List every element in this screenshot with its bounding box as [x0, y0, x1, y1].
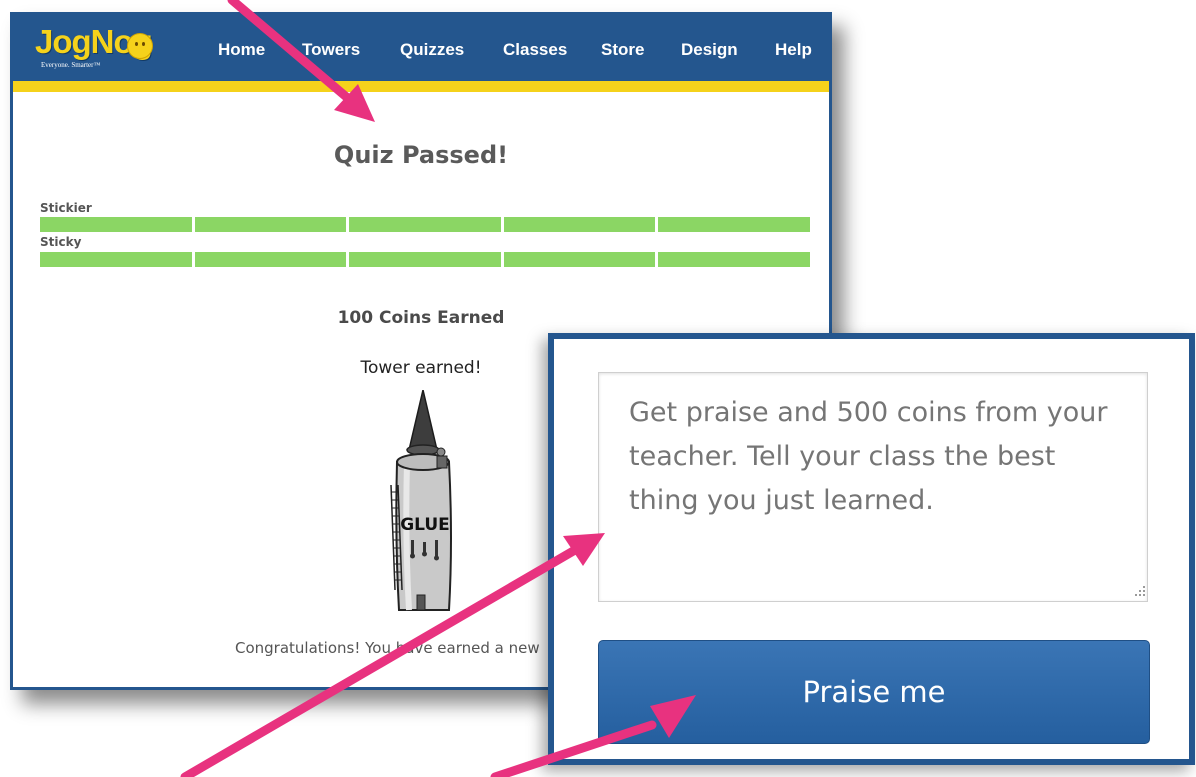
glue-tower-image: GLUE [390, 390, 452, 611]
progress-segment [503, 252, 656, 267]
progress-segment [194, 252, 347, 267]
progress-segment [658, 252, 810, 267]
praise-panel: Praise me [548, 333, 1195, 765]
progress-segment [503, 217, 656, 232]
smiley-face-icon [127, 33, 153, 59]
progress-segment [349, 252, 501, 267]
jognog-logo[interactable]: JogNog Everyone. Smarter™ [35, 23, 195, 75]
nav-store[interactable]: Store [601, 40, 644, 60]
coins-earned: 100 Coins Earned [337, 308, 505, 328]
nav-design[interactable]: Design [681, 40, 738, 60]
progress-segment [194, 217, 347, 232]
nav-quizzes[interactable]: Quizzes [400, 40, 464, 60]
nav-home[interactable]: Home [218, 40, 265, 60]
nav-towers[interactable]: Towers [302, 40, 360, 60]
page-title: Quiz Passed! [333, 141, 509, 169]
praise-textarea[interactable] [598, 372, 1148, 602]
praise-me-button[interactable]: Praise me [598, 640, 1150, 744]
tower-sign-text: GLUE [400, 515, 450, 535]
congratulations-text: Congratulations! You have earned a new [235, 639, 540, 657]
progress-label-stickier: Stickier [40, 201, 92, 215]
progress-segment [349, 217, 501, 232]
logo-tagline: Everyone. Smarter™ [41, 61, 101, 69]
nav-classes[interactable]: Classes [503, 40, 567, 60]
top-nav: JogNog Everyone. Smarter™ Home Towers Qu… [13, 15, 829, 81]
resize-grip-icon[interactable] [1135, 586, 1145, 596]
progress-bar-stickier [40, 217, 810, 232]
progress-segment [658, 217, 810, 232]
header-accent-bar [13, 81, 829, 92]
progress-label-sticky: Sticky [40, 235, 82, 249]
nav-help[interactable]: Help [775, 40, 812, 60]
progress-bar-sticky [40, 252, 810, 267]
progress-segment [40, 217, 192, 232]
progress-segment [40, 252, 192, 267]
